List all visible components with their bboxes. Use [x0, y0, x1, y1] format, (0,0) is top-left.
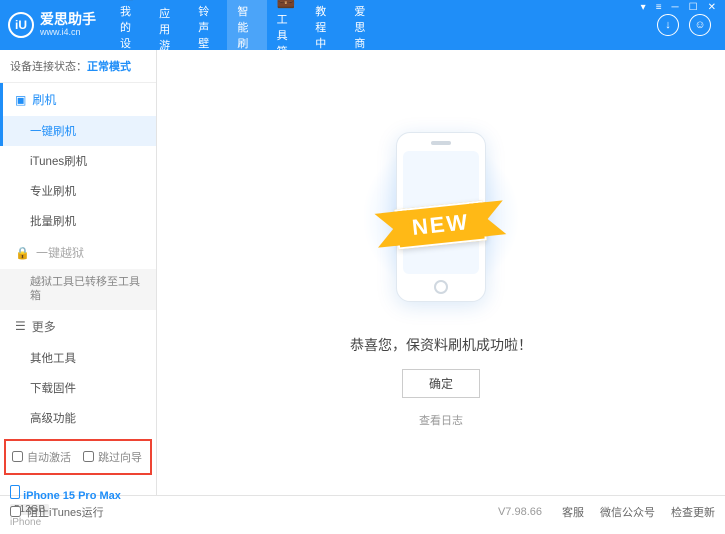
flash-icon: ▣: [15, 93, 26, 107]
nav-icon-4: 💼: [277, 0, 296, 9]
sidebar-item-more-0[interactable]: 其他工具: [0, 343, 156, 373]
auto-options-box: 自动激活 跳过向导: [4, 439, 152, 475]
auto-activate-label: 自动激活: [27, 449, 71, 465]
device-name: iPhone 15 Pro Max: [23, 490, 121, 502]
sidebar-group-jailbreak-title: 一键越狱: [36, 244, 84, 261]
nav-item-2[interactable]: 🎵铃声壁纸: [188, 0, 227, 50]
download-button[interactable]: ↓: [657, 14, 679, 36]
header: iU 爱思助手 www.i4.cn 📱我的设备Ⓐ应用游戏🎵铃声壁纸⟳智能刷机💼工…: [0, 0, 725, 50]
sidebar-item-more-2[interactable]: 高级功能: [0, 403, 156, 433]
app-url: www.i4.cn: [40, 28, 96, 38]
lock-icon: 🔒: [15, 246, 30, 260]
connection-status: 设备连接状态：正常模式: [0, 50, 156, 83]
logo-icon: iU: [8, 12, 34, 38]
nav-item-6[interactable]: 🛒爱思商城: [344, 0, 383, 50]
minimize-icon[interactable]: ─: [669, 2, 682, 13]
nav-item-3[interactable]: ⟳智能刷机: [227, 0, 266, 50]
close-icon[interactable]: ✕: [705, 2, 719, 13]
options-icon[interactable]: ≡: [653, 2, 665, 13]
sidebar-group-more-title: 更多: [32, 318, 56, 335]
nav-icon-3: ⟳: [241, 0, 254, 1]
main-nav: 📱我的设备Ⓐ应用游戏🎵铃声壁纸⟳智能刷机💼工具箱🎓教程中心🛒爱思商城: [110, 0, 384, 50]
nav-icon-5: 🎓: [315, 0, 334, 1]
success-message: 恭喜您，保资料刷机成功啦！: [350, 335, 532, 355]
version-label: V7.98.66: [498, 506, 542, 518]
sidebar-group-more[interactable]: ☰ 更多: [0, 310, 156, 343]
skip-wizard-label: 跳过向导: [98, 449, 142, 465]
footer-link-0[interactable]: 客服: [562, 504, 584, 520]
sidebar-item-more-1[interactable]: 下载固件: [0, 373, 156, 403]
auto-activate-checkbox[interactable]: 自动激活: [12, 449, 71, 465]
sidebar-item-flash-1[interactable]: iTunes刷机: [0, 146, 156, 176]
maximize-icon[interactable]: ☐: [686, 2, 701, 13]
footer-links: 客服微信公众号检查更新: [562, 504, 715, 520]
sidebar-item-flash-2[interactable]: 专业刷机: [0, 176, 156, 206]
nav-icon-1: Ⓐ: [161, 0, 176, 3]
status-mode: 正常模式: [87, 61, 131, 73]
nav-item-1[interactable]: Ⓐ应用游戏: [149, 0, 188, 50]
nav-icon-2: 🎵: [199, 0, 218, 1]
sidebar-item-flash-0[interactable]: 一键刷机: [0, 116, 156, 146]
sidebar-item-flash-3[interactable]: 批量刷机: [0, 206, 156, 236]
view-log-link[interactable]: 查看日志: [419, 412, 463, 428]
footer-link-2[interactable]: 检查更新: [671, 504, 715, 520]
sidebar-group-jailbreak[interactable]: 🔒 一键越狱: [0, 236, 156, 269]
nav-item-4[interactable]: 💼工具箱: [267, 0, 306, 50]
block-itunes-checkbox[interactable]: 阻止iTunes运行: [10, 504, 104, 520]
logo: iU 爱思助手 www.i4.cn: [8, 12, 96, 38]
footer-link-1[interactable]: 微信公众号: [600, 504, 655, 520]
ok-button[interactable]: 确定: [402, 369, 480, 398]
success-illustration: NEW: [361, 117, 521, 317]
menu-icon[interactable]: ▾: [638, 2, 649, 13]
user-button[interactable]: ☺: [689, 14, 711, 36]
sidebar-group-more-items: 其他工具下载固件高级功能: [0, 343, 156, 433]
sidebar: 设备连接状态：正常模式 ▣ 刷机 一键刷机iTunes刷机专业刷机批量刷机 🔒 …: [0, 50, 157, 495]
sidebar-group-flash-items: 一键刷机iTunes刷机专业刷机批量刷机: [0, 116, 156, 236]
sidebar-jailbreak-note: 越狱工具已转移至工具箱: [0, 269, 156, 310]
more-icon: ☰: [15, 319, 26, 333]
nav-item-0[interactable]: 📱我的设备: [110, 0, 149, 50]
app-title: 爱思助手: [40, 12, 96, 27]
nav-icon-0: 📱: [120, 0, 139, 1]
sidebar-group-flash[interactable]: ▣ 刷机: [0, 83, 156, 116]
nav-icon-6: 🛒: [355, 0, 374, 1]
nav-item-5[interactable]: 🎓教程中心: [305, 0, 344, 50]
skip-wizard-checkbox[interactable]: 跳过向导: [83, 449, 142, 465]
phone-icon: [10, 485, 20, 499]
block-itunes-label: 阻止iTunes运行: [27, 504, 104, 520]
status-label: 设备连接状态：: [10, 61, 87, 73]
main-content: NEW 恭喜您，保资料刷机成功啦！ 确定 查看日志: [157, 50, 725, 495]
sidebar-group-flash-title: 刷机: [32, 91, 56, 108]
